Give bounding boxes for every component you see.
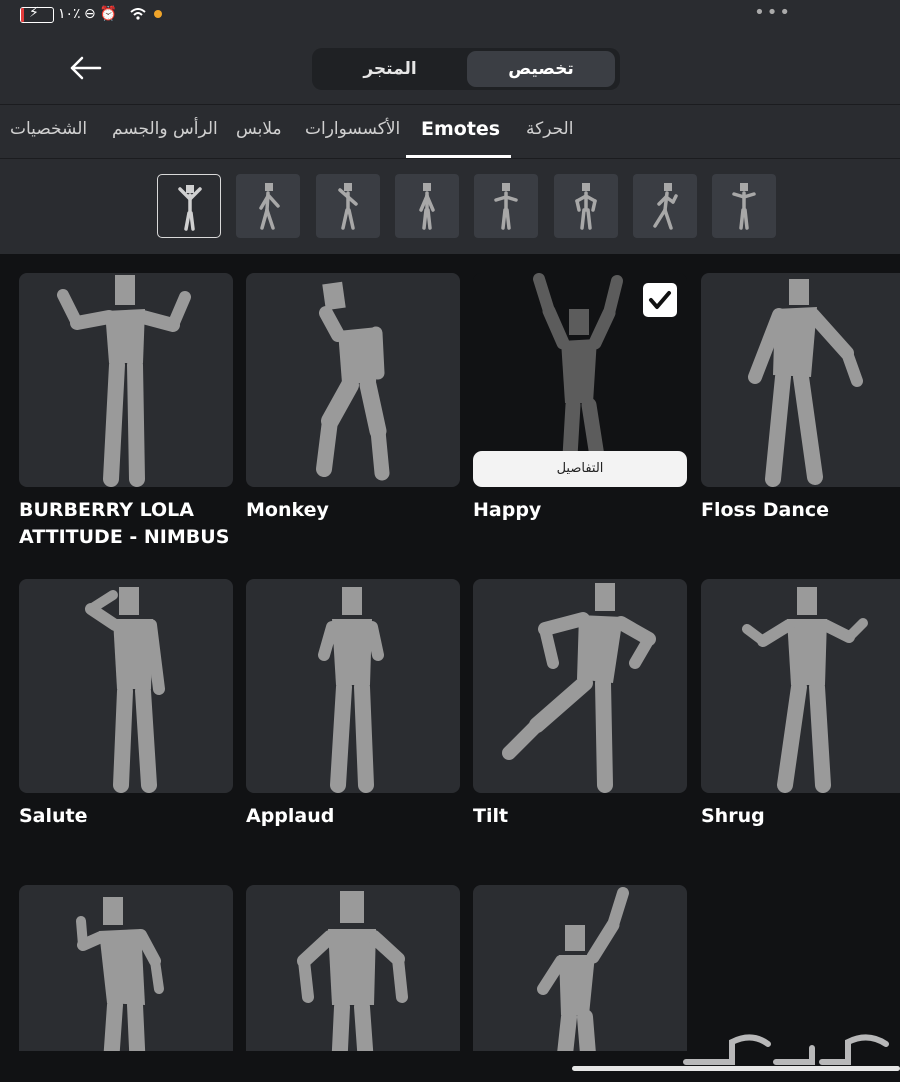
emote-pose-icon-2 [259, 183, 280, 230]
emote-thumbnail [701, 579, 900, 793]
emote-pose-icon-6 [575, 183, 597, 230]
checkmark-icon [649, 291, 671, 309]
emote-title-line-1: Monkey [246, 499, 329, 521]
emote-pose-icon-3 [338, 183, 358, 230]
subcategory-4[interactable] [395, 174, 459, 238]
battery-level-fill [21, 8, 25, 22]
tab-head-and-body[interactable]: الرأس والجسم [112, 119, 218, 139]
emote-title-line-1: Tilt [473, 805, 509, 827]
emote-figure-icon [748, 279, 863, 487]
details-button[interactable]: التفاصيل [473, 451, 687, 487]
emote-figure-icon [537, 887, 629, 1051]
emote-title: Applaud [246, 803, 460, 830]
emote-card-10[interactable] [246, 885, 460, 1051]
battery-icon: ⚡ [20, 5, 54, 23]
status-icons: ⊖⏰ [84, 6, 163, 22]
emote-card-11[interactable] [473, 885, 687, 1051]
emote-figure-icon [742, 587, 868, 793]
emote-pose-icon-1 [178, 185, 202, 231]
category-tabs: الشخصيات الرأس والجسم ملابس الأكسسوارات … [0, 104, 900, 158]
emote-thumbnail [473, 885, 687, 1051]
emote-figure-icon [316, 281, 390, 481]
emote-figure-icon [297, 891, 408, 1051]
top-header: المتجر تخصيص [0, 32, 900, 104]
subcategory-8[interactable] [712, 174, 776, 238]
tab-store[interactable]: المتجر [316, 51, 464, 87]
tab-animation[interactable]: الحركة [526, 119, 573, 139]
emote-figure-icon [76, 897, 164, 1051]
subcategory-7[interactable] [633, 174, 697, 238]
emote-thumbnail [19, 885, 233, 1051]
subcategory-6[interactable] [554, 174, 618, 238]
emote-card-9[interactable] [19, 885, 233, 1051]
emote-figure-icon [57, 275, 191, 487]
tab-customize[interactable]: تخصيص [467, 51, 615, 87]
subcategory-5[interactable] [474, 174, 538, 238]
more-dots-icon[interactable]: ••• [754, 2, 792, 23]
wifi-icon [121, 6, 154, 22]
tab-clothing[interactable]: ملابس [236, 119, 282, 139]
emote-title: Salute [19, 803, 233, 830]
emote-thumbnail [246, 579, 460, 793]
home-indicator[interactable] [572, 1066, 900, 1071]
emote-title-line-1: Floss Dance [701, 499, 830, 521]
subcategory-2[interactable] [236, 174, 300, 238]
emote-title-line-1: Applaud [246, 805, 335, 827]
store-customize-switch: المتجر تخصيص [312, 48, 620, 90]
emote-title-line-1: Salute [19, 805, 88, 827]
alarm-icon: ⏰ [99, 6, 122, 22]
emote-pose-icon-7 [653, 183, 678, 230]
tab-accessories[interactable]: الأكسسوارات [305, 119, 400, 139]
avatar-editor-screen: ⚡ ٪١٠ ⊖⏰ ••• المتجر تخصيص الشخصيات الرأس… [0, 0, 900, 1082]
emote-figure-icon [85, 587, 165, 793]
emote-subcategories [0, 158, 900, 254]
emote-title: Shrug [701, 803, 900, 830]
tab-characters[interactable]: الشخصيات [10, 119, 87, 139]
subcategory-1[interactable] [157, 174, 221, 238]
tab-emotes[interactable]: Emotes [421, 118, 500, 140]
emote-pose-icon-8 [732, 183, 756, 230]
notification-dot-icon [154, 10, 163, 18]
dnd-icon: ⊖ [84, 6, 100, 22]
emote-title: Floss Dance [701, 497, 900, 524]
emote-figure-icon [502, 583, 656, 793]
emote-title-line-1: Happy [473, 499, 542, 521]
selected-checkbox[interactable] [643, 283, 677, 317]
emote-thumbnail [19, 273, 233, 487]
subcategory-3[interactable] [316, 174, 380, 238]
emote-title: BURBERRY LOLA ATTITUDE - NIMBUS [19, 497, 233, 551]
emote-title-line-2: ATTITUDE - NIMBUS [19, 526, 230, 548]
emote-title: Happy [473, 497, 687, 524]
emote-title: Tilt [473, 803, 687, 830]
emote-thumbnail [19, 579, 233, 793]
battery-percentage: ٪١٠ [58, 6, 81, 22]
emote-thumbnail [473, 579, 687, 793]
emote-thumbnail [246, 885, 460, 1051]
charging-icon: ⚡ [29, 5, 39, 21]
emote-thumbnail [246, 273, 460, 487]
emote-title-line-1: Shrug [701, 805, 765, 827]
emote-thumbnail [701, 273, 900, 487]
emote-title-line-1: BURBERRY LOLA [19, 499, 194, 521]
emote-title: Monkey [246, 497, 460, 524]
arrow-left-icon [70, 56, 102, 80]
emote-pose-icon-4 [419, 183, 435, 230]
back-button[interactable] [66, 50, 106, 86]
emote-figure-icon [318, 587, 384, 793]
emote-pose-icon-5 [494, 183, 518, 230]
status-bar: ⚡ ٪١٠ ⊖⏰ ••• [0, 0, 900, 32]
